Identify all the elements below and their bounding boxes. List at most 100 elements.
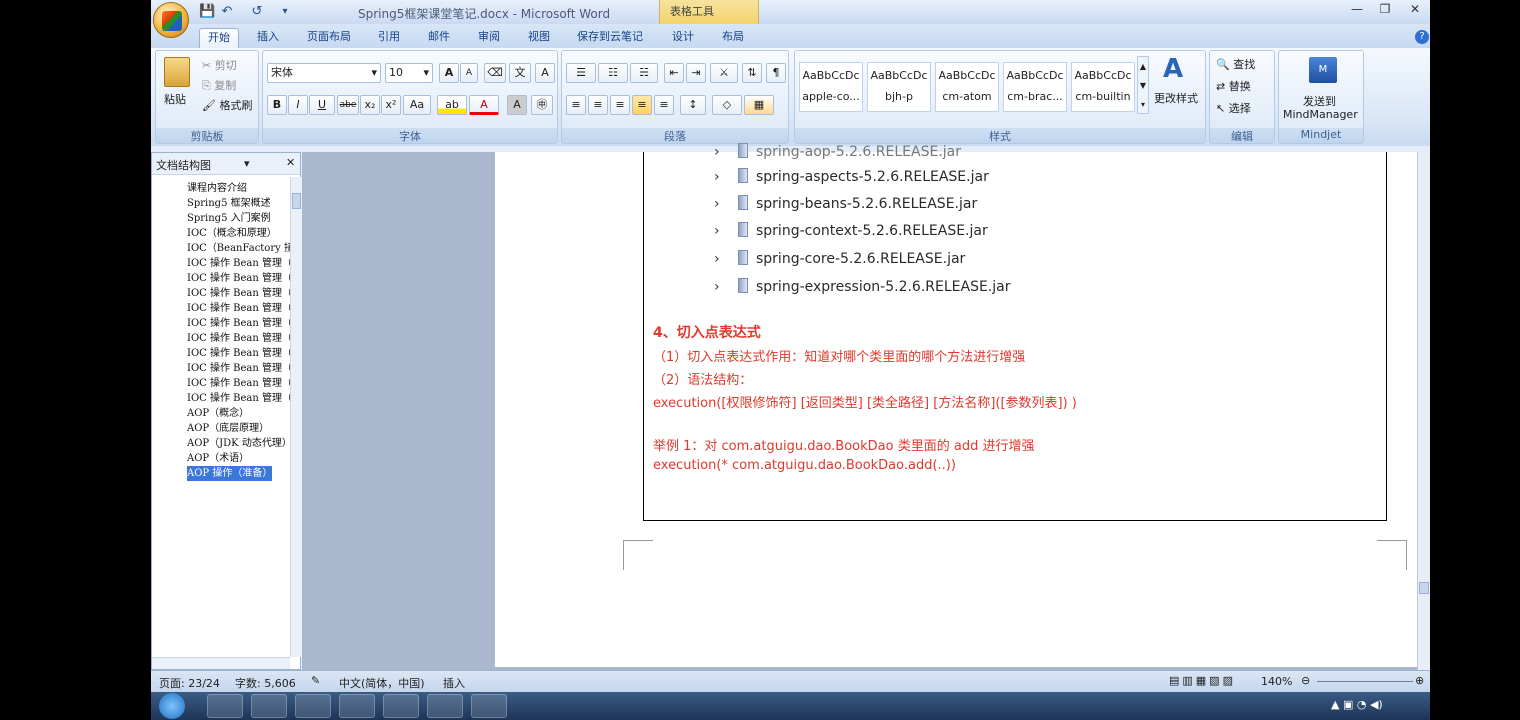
docmap-item[interactable]: IOC 操作 Bean 管理（ xyxy=(187,316,292,331)
scroll-thumb[interactable] xyxy=(1419,582,1429,594)
highlight-icon[interactable]: ab xyxy=(437,95,467,115)
tab-cloud-notes[interactable]: 保存到云笔记 xyxy=(569,28,651,48)
tab-view[interactable]: 视图 xyxy=(520,28,558,48)
office-button[interactable] xyxy=(153,2,189,38)
grow-font-icon[interactable]: A xyxy=(439,63,459,83)
docmap-item[interactable]: IOC 操作 Bean 管理（ xyxy=(187,301,292,316)
document-vscrollbar[interactable] xyxy=(1417,152,1430,670)
style-item[interactable]: AaBbCcDc bjh-p xyxy=(867,62,931,112)
chevron-right-icon[interactable]: › xyxy=(714,223,728,239)
docmap-item[interactable]: IOC 操作 Bean 管理（ xyxy=(187,346,292,361)
zoom-slider[interactable] xyxy=(1317,681,1413,682)
change-styles-icon[interactable]: A xyxy=(1163,54,1183,84)
copy-button[interactable]: ⎘ 复制 xyxy=(202,77,236,93)
format-painter-button[interactable]: 🖌 格式刷 xyxy=(202,97,252,113)
docmap-item[interactable]: IOC 操作 Bean 管理（ xyxy=(187,391,292,406)
bold-icon[interactable]: B xyxy=(267,95,287,115)
undo-icon[interactable]: ↶ xyxy=(219,4,235,20)
style-item[interactable]: AaBbCcDc cm-atom xyxy=(935,62,999,112)
send-to-label-2[interactable]: MindManager xyxy=(1283,108,1358,121)
char-shading-icon[interactable]: A xyxy=(507,95,527,115)
word-count[interactable]: 字数: 5,606 xyxy=(235,675,296,691)
chevron-right-icon[interactable]: › xyxy=(714,279,728,295)
docmap-item[interactable]: Spring5 入门案例 xyxy=(187,211,271,226)
app-icon[interactable] xyxy=(427,694,463,718)
docmap-item[interactable]: IOC 操作 Bean 管理（ xyxy=(187,271,292,286)
distribute-icon[interactable]: ≡ xyxy=(654,95,674,115)
style-item[interactable]: AaBbCcDc cm-builtin xyxy=(1071,62,1135,112)
shrink-font-icon[interactable]: A xyxy=(460,63,478,83)
view-buttons[interactable]: ▤▥▦▧▨ xyxy=(1169,674,1236,687)
intellij-icon[interactable] xyxy=(251,694,287,718)
enclose-char-icon[interactable]: ㊥ xyxy=(531,95,553,115)
document-map-scrollbar[interactable] xyxy=(290,177,302,657)
scroll-thumb[interactable] xyxy=(292,193,301,209)
underline-icon[interactable]: U xyxy=(309,95,335,115)
superscript-icon[interactable]: x² xyxy=(381,95,401,115)
cut-button[interactable]: ✂ 剪切 xyxy=(202,57,237,73)
tab-home[interactable]: 开始 xyxy=(199,28,239,49)
docmap-item[interactable]: IOC 操作 Bean 管理（ xyxy=(187,286,292,301)
docmap-item[interactable]: IOC 操作 Bean 管理（ xyxy=(187,361,292,376)
font-color-icon[interactable]: A xyxy=(469,95,499,115)
docmap-item[interactable]: AOP（JDK 动态代理） xyxy=(187,436,292,451)
mindmanager-icon[interactable]: M xyxy=(1309,57,1337,83)
language[interactable]: 中文(简体，中国) xyxy=(339,675,425,691)
app-icon[interactable] xyxy=(295,694,331,718)
insert-mode[interactable]: 插入 xyxy=(443,675,465,691)
line-spacing-icon[interactable]: ↕ xyxy=(680,95,706,115)
table-cell[interactable]: › spring-aop-5.2.6.RELEASE.jar › spring-as… xyxy=(643,143,1387,521)
align-center-icon[interactable]: ≡ xyxy=(588,95,608,115)
style-item[interactable]: AaBbCcDc apple-co... xyxy=(799,62,863,112)
chevron-right-icon[interactable]: › xyxy=(714,144,728,160)
docmap-item[interactable]: AOP（概念） xyxy=(187,406,249,421)
decrease-indent-icon[interactable]: ⇤ xyxy=(664,63,684,83)
minimize-icon[interactable]: — xyxy=(1343,2,1371,20)
docmap-dropdown-icon[interactable]: ▾ xyxy=(244,157,250,170)
start-button[interactable] xyxy=(159,693,185,719)
increase-indent-icon[interactable]: ⇥ xyxy=(686,63,706,83)
tray-icons[interactable]: ▲ ▣ ◔ ◀) xyxy=(1331,698,1383,711)
bullets-icon[interactable]: ☰ xyxy=(566,63,596,83)
docmap-item[interactable]: IOC 操作 Bean 管理（ xyxy=(187,331,292,346)
folder-icon[interactable] xyxy=(471,694,507,718)
zoom-in-icon[interactable]: ⊕ xyxy=(1415,674,1424,687)
close-icon[interactable]: ✕ xyxy=(1401,2,1429,20)
qat-customize-icon[interactable]: ▾ xyxy=(277,4,293,20)
tab-layout[interactable]: 布局 xyxy=(714,28,752,48)
docmap-item[interactable]: Spring5 框架概述 xyxy=(187,196,271,211)
docmap-item[interactable]: AOP（底层原理） xyxy=(187,421,269,436)
chevron-right-icon[interactable]: › xyxy=(714,169,728,185)
sort-icon[interactable]: ⇅ xyxy=(742,63,762,83)
justify-icon[interactable]: ≡ xyxy=(632,95,652,115)
find-button[interactable]: 🔍 查找 xyxy=(1216,56,1255,72)
zoom-level[interactable]: 140% xyxy=(1261,675,1292,688)
docmap-item[interactable]: AOP 操作（准备） xyxy=(187,466,273,481)
strikethrough-icon[interactable]: abe xyxy=(337,95,359,115)
subscript-icon[interactable]: x₂ xyxy=(360,95,380,115)
numbering-icon[interactable]: ☷ xyxy=(598,63,628,83)
change-case-icon[interactable]: Aa xyxy=(403,95,431,115)
paste-icon[interactable] xyxy=(164,57,190,87)
chinese-layout-icon[interactable]: ⚔ xyxy=(710,63,738,83)
phonetic-guide-icon[interactable]: 文 xyxy=(509,63,531,83)
docmap-item[interactable]: 课程内容介绍 xyxy=(187,181,247,196)
send-to-label-1[interactable]: 发送到 xyxy=(1303,93,1336,109)
tab-review[interactable]: 审阅 xyxy=(470,28,508,48)
help-icon[interactable]: ? xyxy=(1415,30,1429,44)
clear-format-icon[interactable]: ⌫ xyxy=(484,63,506,83)
borders-icon[interactable]: ▦ xyxy=(744,95,774,115)
restore-icon[interactable]: ❐ xyxy=(1371,2,1399,20)
shading-icon[interactable]: ◇ xyxy=(712,95,742,115)
italic-icon[interactable]: I xyxy=(288,95,308,115)
docmap-item[interactable]: AOP（术语） xyxy=(187,451,249,466)
docmap-item[interactable]: IOC（概念和原理） xyxy=(187,226,277,241)
change-styles-button[interactable]: 更改样式 xyxy=(1154,90,1198,106)
save-icon[interactable]: 💾 xyxy=(199,4,215,20)
align-left-icon[interactable]: ≡ xyxy=(566,95,586,115)
page-count[interactable]: 页面: 23/24 xyxy=(159,675,220,691)
redo-icon[interactable]: ↺ xyxy=(249,4,265,20)
tab-design[interactable]: 设计 xyxy=(664,28,702,48)
char-border-icon[interactable]: A xyxy=(535,63,555,83)
replace-button[interactable]: ⇄ 替换 xyxy=(1216,78,1251,94)
